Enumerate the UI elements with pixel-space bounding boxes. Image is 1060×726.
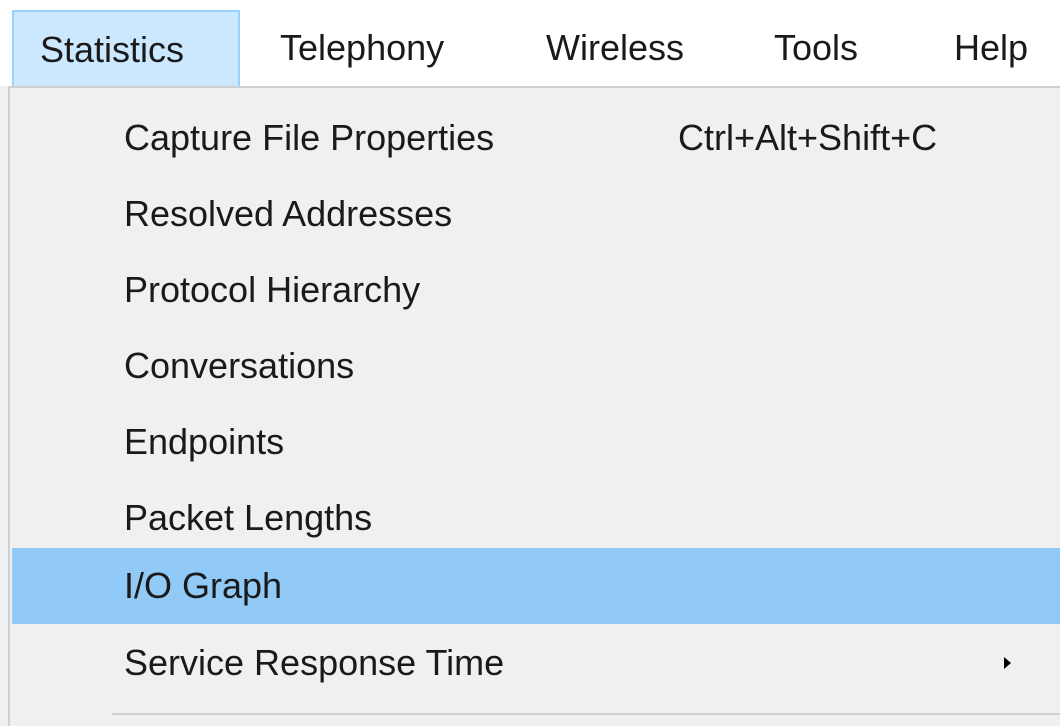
menu-item-service-response-time[interactable]: Service Response Time xyxy=(12,625,1060,701)
menu-tools[interactable]: Tools xyxy=(774,10,858,88)
menu-separator xyxy=(112,713,1060,715)
menu-help[interactable]: Help xyxy=(954,10,1028,88)
menu-wireless[interactable]: Wireless xyxy=(546,10,684,88)
menu-item-conversations[interactable]: Conversations xyxy=(12,328,1060,404)
chevron-right-icon xyxy=(1004,657,1011,669)
statistics-dropdown-menu: Capture File Properties Ctrl+Alt+Shift+C… xyxy=(8,86,1060,726)
menu-item-label: Endpoints xyxy=(124,421,285,462)
menu-item-shortcut: Ctrl+Alt+Shift+C xyxy=(678,117,938,158)
menu-item-label: Protocol Hierarchy xyxy=(124,269,421,310)
menu-item-protocol-hierarchy[interactable]: Protocol Hierarchy xyxy=(12,252,1060,328)
menu-item-resolved-addresses[interactable]: Resolved Addresses xyxy=(12,176,1060,252)
menu-item-endpoints[interactable]: Endpoints xyxy=(12,404,1060,480)
menu-bar: Statistics Telephony Wireless Tools Help xyxy=(0,0,1060,88)
menu-item-label: Service Response Time xyxy=(124,642,505,683)
menu-telephony[interactable]: Telephony xyxy=(280,10,444,88)
menu-item-io-graph[interactable]: I/O Graph xyxy=(12,548,1060,624)
menu-item-label: Packet Lengths xyxy=(124,497,373,538)
menu-item-capture-file-properties[interactable]: Capture File Properties Ctrl+Alt+Shift+C xyxy=(12,100,1060,176)
menu-item-label: Capture File Properties xyxy=(124,117,495,158)
menu-statistics[interactable]: Statistics xyxy=(12,10,240,88)
menu-item-label: I/O Graph xyxy=(124,565,283,606)
menu-item-label: Conversations xyxy=(124,345,355,386)
menu-item-label: Resolved Addresses xyxy=(124,193,453,234)
menu-item-packet-lengths[interactable]: Packet Lengths xyxy=(12,480,1060,556)
